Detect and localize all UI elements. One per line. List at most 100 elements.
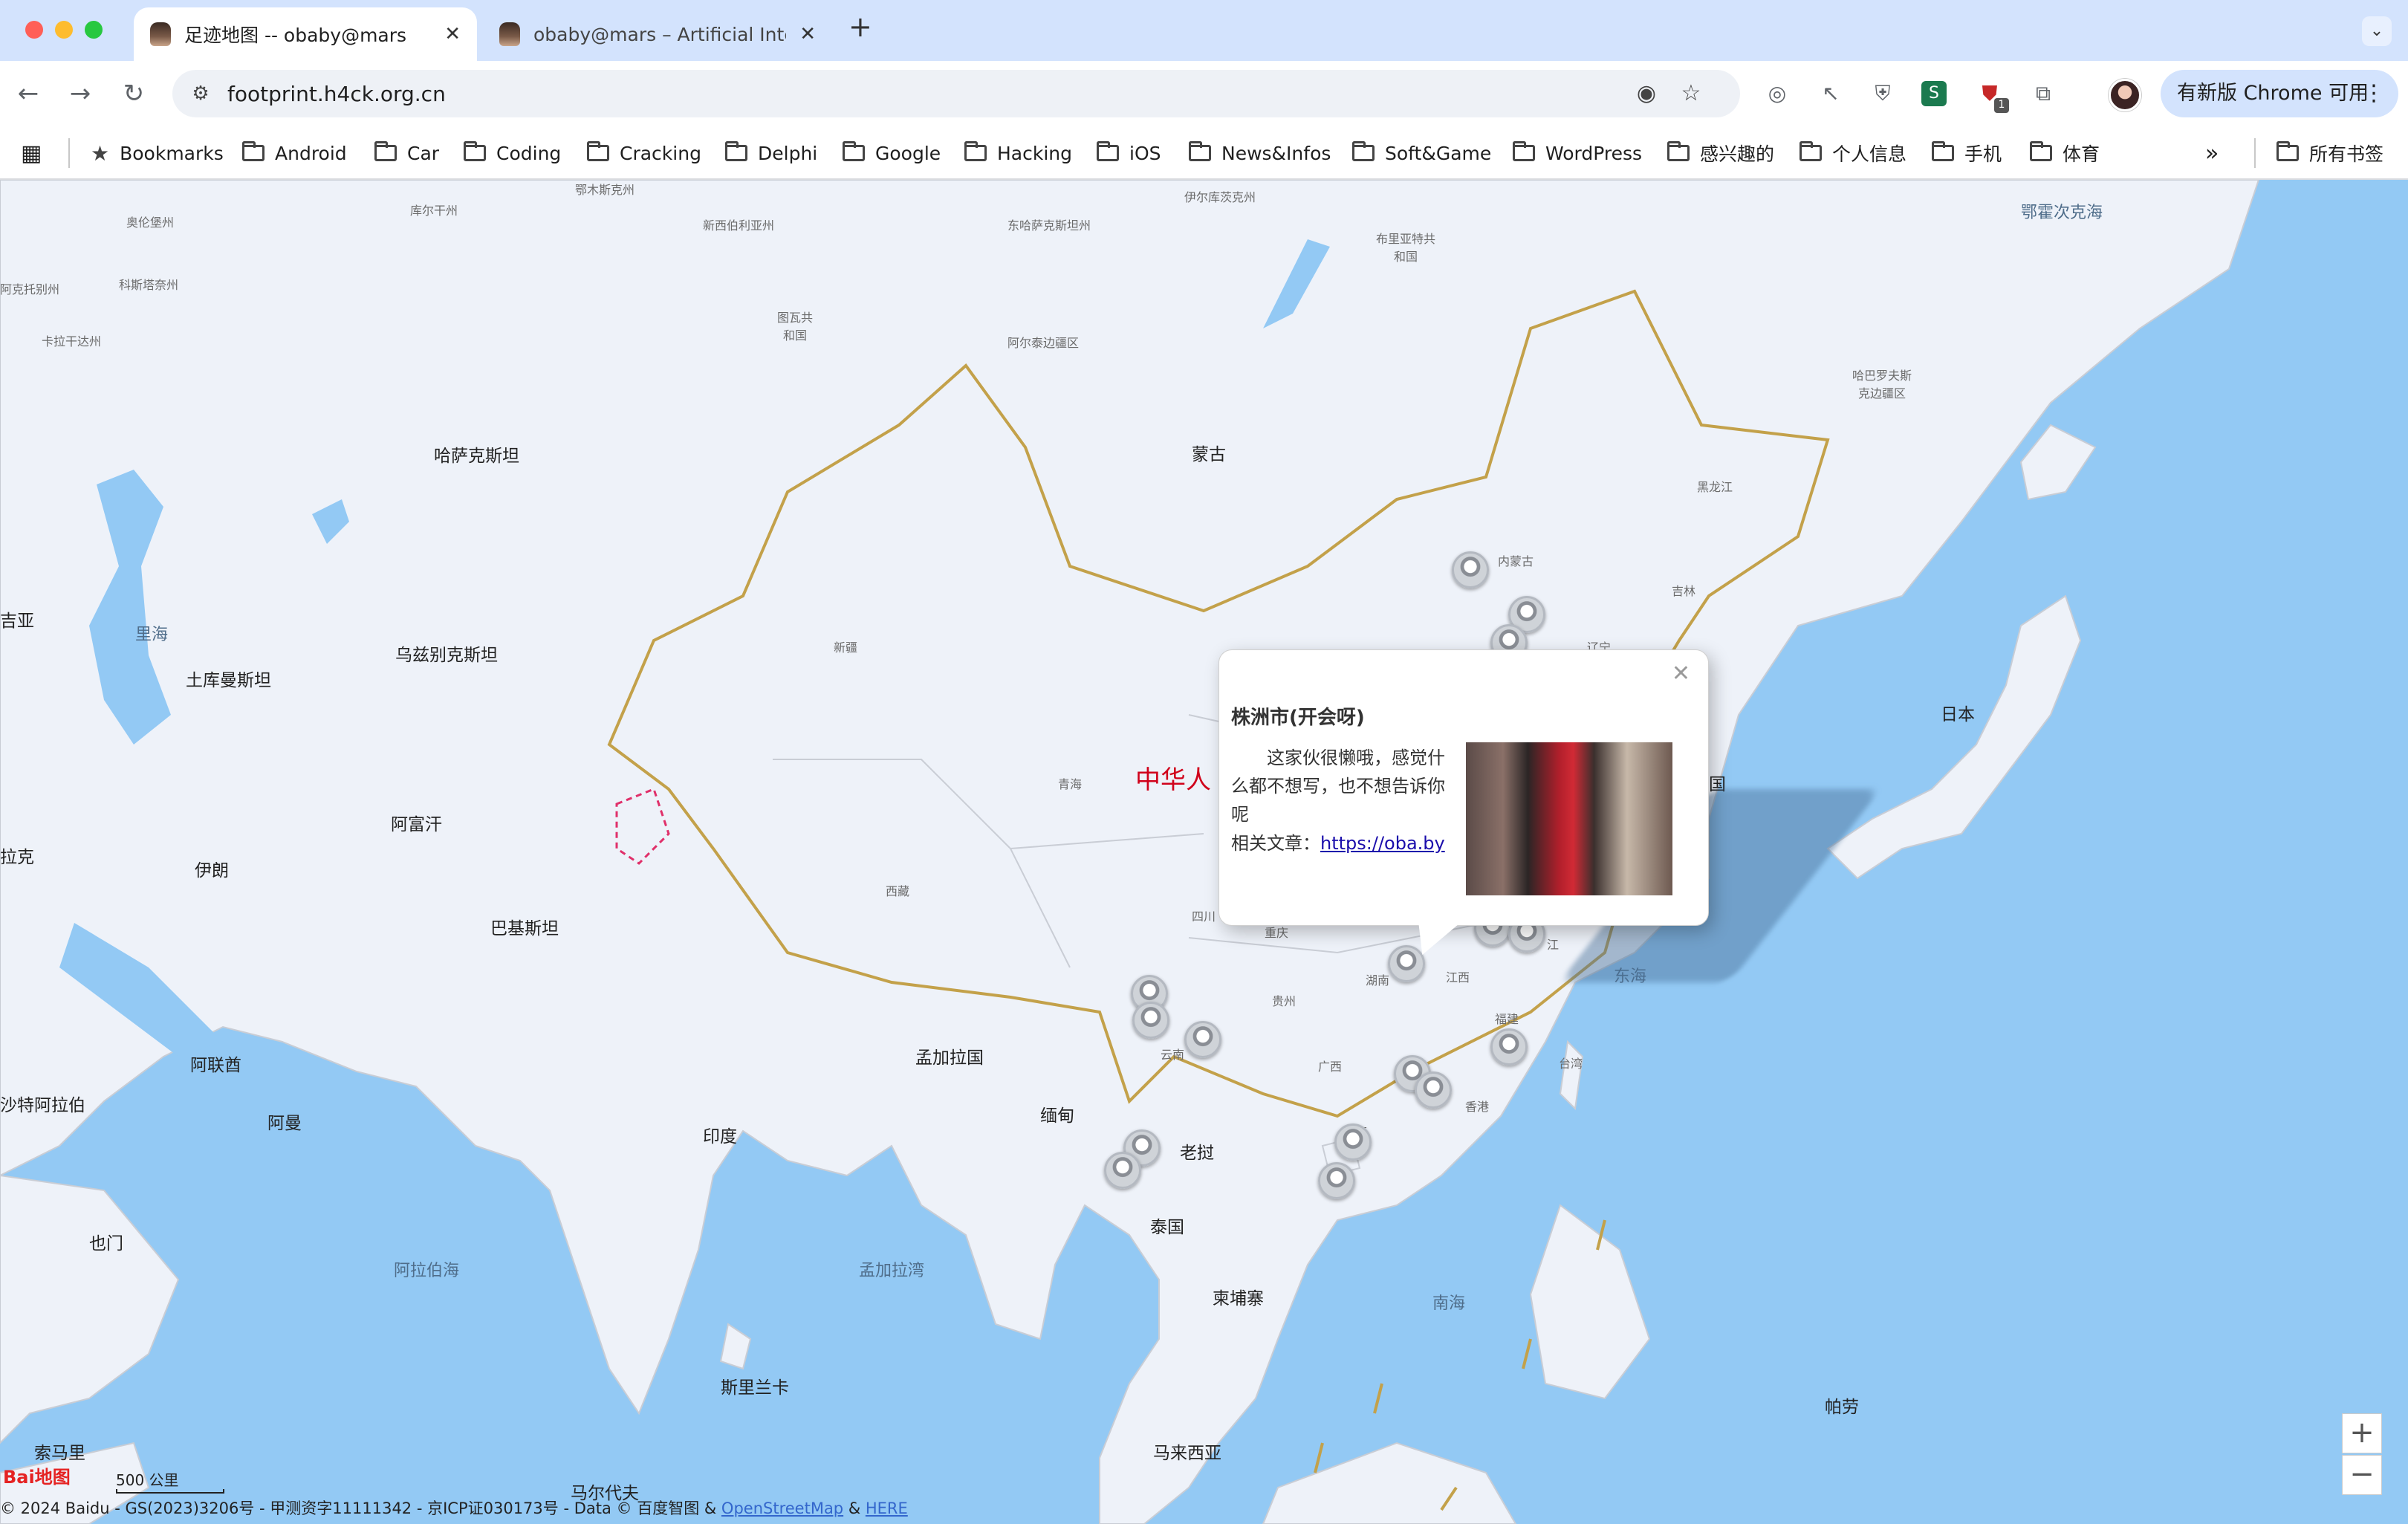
- bookmark-label: News&Infos: [1221, 142, 1331, 164]
- footprint-marker[interactable]: [1184, 1021, 1221, 1058]
- bookmark-label: Coding: [496, 142, 562, 164]
- map-label-caspian: 里海: [135, 626, 169, 644]
- baidu-map-canvas[interactable]: 蒙古 哈萨克斯坦 乌兹别克斯坦 土库曼斯坦 里海 阿富汗 伊朗 巴基斯坦 印度 …: [0, 180, 2408, 1524]
- popup-related-label: 相关文章：: [1231, 833, 1320, 854]
- bookmark-label: Cracking: [620, 142, 701, 164]
- map-label-taiwan: 台湾: [1559, 1057, 1583, 1071]
- tab-obaby-blog[interactable]: obaby@mars – Artificial Intelligence ✕: [483, 7, 832, 61]
- extension-shield-icon[interactable]: ⛨: [1868, 79, 1898, 108]
- bookmark-folder-coding[interactable]: Coding: [464, 137, 561, 169]
- map-label-malaysia: 马来西亚: [1153, 1444, 1221, 1463]
- extension-record-icon[interactable]: ◎: [1762, 79, 1792, 108]
- close-icon[interactable]: ✕: [1672, 661, 1690, 687]
- bookmark-folder-personal[interactable]: 个人信息: [1799, 137, 1906, 169]
- tab-footprint-map[interactable]: 足迹地图 -- obaby@mars ✕: [134, 7, 477, 61]
- minimize-window-button[interactable]: [55, 21, 73, 39]
- map-label-turkmenistan: 土库曼斯坦: [186, 671, 271, 690]
- baidu-logo[interactable]: Bai地图: [3, 1462, 71, 1488]
- extension-ublock-icon[interactable]: ⛊ 1: [1975, 79, 2009, 113]
- map-label-bangladesh: 孟加拉国: [915, 1048, 984, 1068]
- bookmark-folder-google[interactable]: Google: [843, 137, 941, 169]
- bookmark-label: Bookmarks: [120, 142, 224, 164]
- bookmark-folder-news[interactable]: News&Infos: [1189, 137, 1331, 169]
- bookmark-folder-interests[interactable]: 感兴趣的: [1667, 137, 1774, 169]
- bookmark-folder-wordpress[interactable]: WordPress: [1513, 137, 1642, 169]
- map-label-heilongjiang: 黑龙江: [1697, 480, 1733, 494]
- bookmark-star-icon[interactable]: ☆: [1676, 79, 1706, 108]
- bookmarks-bar: ▦ ★ Bookmarks Android Car Coding Cracking…: [0, 126, 2408, 180]
- tab-search-chevron-icon[interactable]: ⌄: [2362, 16, 2392, 46]
- footprint-marker[interactable]: [1415, 1071, 1452, 1109]
- bookmark-folder-car[interactable]: Car: [374, 137, 439, 169]
- folder-icon: [2030, 141, 2052, 161]
- map-label-south-sea: 南海: [1432, 1294, 1466, 1313]
- map-label-japan: 日本: [1941, 705, 1975, 724]
- chrome-update-button[interactable]: 有新版 Chrome 可用 ⋮: [2161, 70, 2398, 117]
- bookmark-folder-ios[interactable]: iOS: [1097, 137, 1161, 169]
- map-label-orenburg: 奥伦堡州: [126, 215, 174, 230]
- site-favicon-icon: [499, 22, 520, 46]
- bookmark-label: WordPress: [1545, 142, 1643, 164]
- back-arrow-icon[interactable]: ←: [10, 76, 46, 111]
- popup-related-link[interactable]: https://oba.by: [1320, 833, 1445, 854]
- map-label-novosibirsk: 新西伯利亚州: [702, 218, 774, 233]
- folder-icon: [1667, 141, 1690, 161]
- tab-close-icon[interactable]: ✕: [444, 23, 461, 45]
- bookmark-folder-hacking[interactable]: Hacking: [964, 137, 1072, 169]
- bookmark-folder-softgame[interactable]: Soft&Game: [1352, 137, 1491, 169]
- zoom-out-button[interactable]: −: [2342, 1455, 2382, 1495]
- menu-dots-icon[interactable]: ⋮: [2363, 70, 2385, 117]
- bookmark-folder-delphi[interactable]: Delphi: [725, 137, 817, 169]
- map-label-guangxi: 广西: [1318, 1060, 1343, 1074]
- browser-titlebar: 足迹地图 -- obaby@mars ✕ obaby@mars – Artifi…: [0, 0, 2408, 61]
- apps-grid-icon[interactable]: ▦: [21, 137, 42, 169]
- profile-avatar[interactable]: [2109, 79, 2141, 111]
- map-label-palau: 帕劳: [1825, 1398, 1859, 1417]
- tab-close-icon[interactable]: ✕: [799, 23, 816, 45]
- footprint-marker[interactable]: [1452, 551, 1489, 588]
- folder-icon: [1352, 141, 1375, 161]
- site-settings-icon[interactable]: ⚙: [186, 79, 215, 108]
- more-bookmarks-chevron-icon[interactable]: »: [2205, 137, 2219, 169]
- forward-arrow-icon[interactable]: →: [62, 76, 98, 111]
- here-link[interactable]: HERE: [866, 1499, 908, 1517]
- extension-s-icon[interactable]: S: [1921, 81, 1947, 106]
- address-bar[interactable]: ⚙ footprint.h4ck.org.cn ◉ ☆: [172, 70, 1740, 117]
- bookmark-folder-cracking[interactable]: Cracking: [587, 137, 701, 169]
- extension-cursor-icon[interactable]: ↖: [1816, 79, 1846, 108]
- popup-photo[interactable]: [1466, 742, 1672, 895]
- folder-icon: [242, 141, 265, 161]
- footprint-marker[interactable]: [1132, 1002, 1169, 1039]
- openstreetmap-link[interactable]: OpenStreetMap: [721, 1499, 843, 1517]
- address-url[interactable]: footprint.h4ck.org.cn: [227, 82, 446, 106]
- map-label-yunnan: 云南: [1161, 1048, 1185, 1062]
- popup-related: 相关文章：https://oba.by: [1231, 829, 1445, 855]
- maximize-window-button[interactable]: [85, 21, 103, 39]
- footprint-marker[interactable]: [1104, 1152, 1141, 1189]
- map-label-hongkong: 香港: [1465, 1100, 1490, 1114]
- map-label-azerbaijan: 吉亚: [0, 612, 34, 631]
- bookmark-bookmarks[interactable]: ★ Bookmarks: [91, 137, 224, 169]
- map-label-fareast: 哈巴罗夫斯克边疆区: [1852, 369, 1912, 401]
- bookmark-folder-sports[interactable]: 体育: [2030, 137, 2100, 169]
- eye-icon[interactable]: ◉: [1632, 79, 1661, 108]
- bookmark-label: iOS: [1129, 142, 1161, 164]
- footprint-marker[interactable]: [1490, 1028, 1528, 1066]
- close-window-button[interactable]: [25, 21, 43, 39]
- folder-icon: [1932, 141, 1954, 161]
- footprint-marker[interactable]: [1318, 1162, 1355, 1199]
- bookmark-folder-all[interactable]: 所有书签: [2276, 137, 2383, 169]
- footprint-marker[interactable]: [1334, 1123, 1372, 1161]
- reload-icon[interactable]: ↻: [116, 76, 152, 111]
- map-label-kurgan: 库尔干州: [410, 204, 458, 218]
- new-tab-icon[interactable]: +: [848, 10, 872, 43]
- folder-icon: [1799, 141, 1822, 161]
- folder-icon: [964, 141, 987, 161]
- extensions-puzzle-icon[interactable]: ⧉: [2028, 79, 2058, 108]
- map-label-qinghai: 青海: [1058, 777, 1083, 791]
- bookmark-folder-android[interactable]: Android: [242, 137, 347, 169]
- zoom-in-button[interactable]: +: [2342, 1413, 2382, 1453]
- bookmark-folder-phone[interactable]: 手机: [1932, 137, 2002, 169]
- folder-icon: [843, 141, 865, 161]
- copyright-and: &: [843, 1499, 866, 1517]
